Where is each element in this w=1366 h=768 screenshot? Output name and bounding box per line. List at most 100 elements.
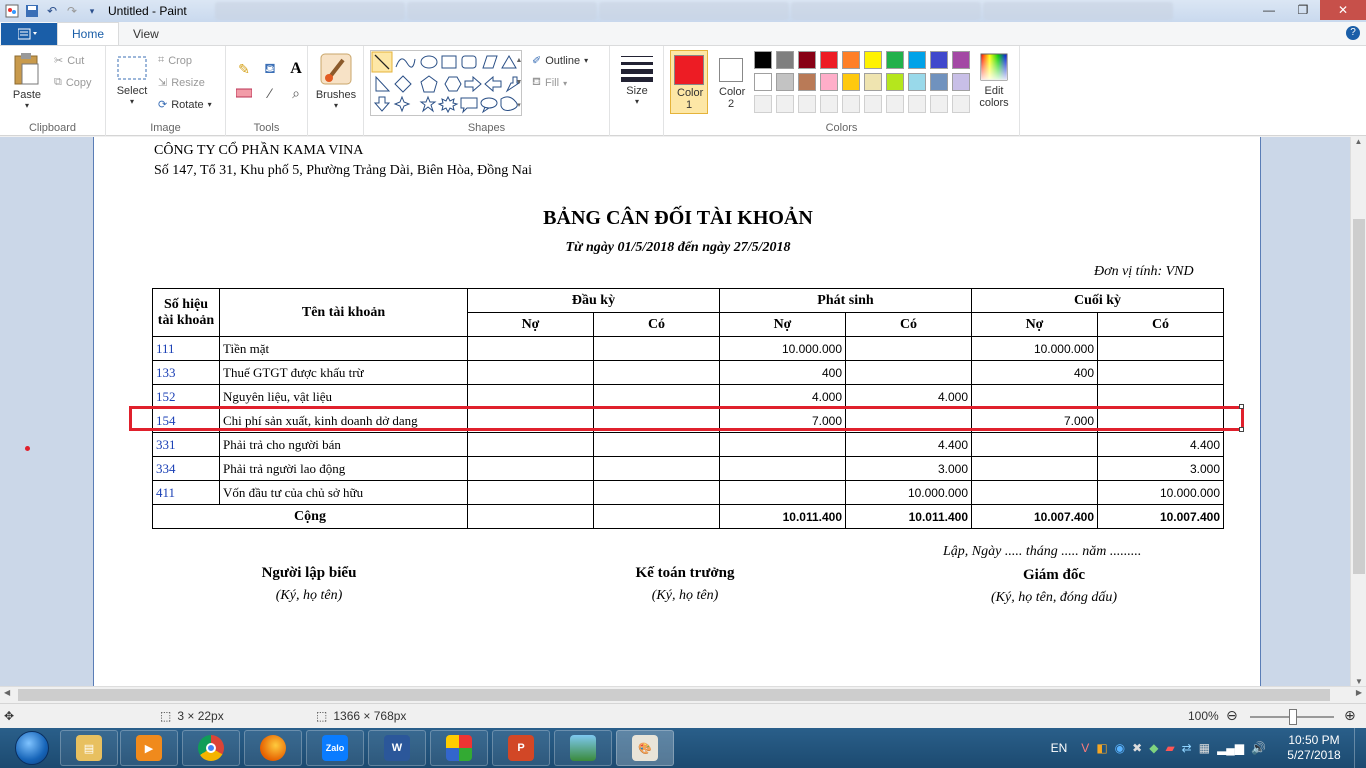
show-desktop-button[interactable]	[1354, 728, 1366, 768]
scroll-up-icon[interactable]: ▲	[1351, 137, 1366, 146]
crop-button[interactable]: ⌗ Crop	[158, 54, 192, 67]
taskbar-firefox[interactable]	[244, 730, 302, 766]
paint-app-icon[interactable]	[4, 3, 20, 19]
vertical-scrollbar[interactable]: ▲ ▼	[1350, 137, 1366, 686]
palette-color-swatch[interactable]	[842, 51, 860, 69]
maximize-icon[interactable]: ❐	[1286, 0, 1320, 20]
minimize-icon[interactable]: —	[1252, 0, 1286, 20]
palette-color-swatch[interactable]	[908, 95, 926, 113]
fill-button[interactable]: ⛾ Fill ▾	[532, 76, 567, 90]
paste-dropdown-icon[interactable]: ▾	[6, 101, 48, 110]
copy-button[interactable]: ⧉ Copy	[54, 76, 92, 89]
palette-color-swatch[interactable]	[952, 95, 970, 113]
palette-color-swatch[interactable]	[754, 73, 772, 91]
color-picker-icon[interactable]: ⁄	[258, 82, 282, 104]
resize-button[interactable]: ⇲ Resize	[158, 76, 205, 90]
redo-icon[interactable]: ↷	[64, 3, 80, 19]
horizontal-scroll-thumb[interactable]	[18, 689, 1330, 701]
select-dropdown-icon[interactable]: ▾	[112, 97, 152, 106]
palette-color-swatch[interactable]	[886, 73, 904, 91]
fill-bucket-icon[interactable]: ⛾	[258, 58, 282, 80]
network-icon[interactable]: ▂▄▆	[1217, 741, 1244, 755]
zoom-out-icon[interactable]: ⊖	[1226, 707, 1238, 724]
scroll-down-icon[interactable]: ▼	[1351, 677, 1366, 686]
shapes-gallery[interactable]	[370, 50, 522, 116]
outline-button[interactable]: ✐ Outline ▾	[532, 54, 588, 68]
red-highlight-rectangle[interactable]	[129, 406, 1244, 431]
brushes-button[interactable]: Brushes ▾	[314, 52, 358, 110]
tray-app-icon[interactable]: V	[1081, 741, 1089, 755]
palette-color-swatch[interactable]	[908, 73, 926, 91]
scroll-right-icon[interactable]: ▶	[1356, 688, 1362, 697]
palette-color-swatch[interactable]	[930, 95, 948, 113]
palette-color-swatch[interactable]	[842, 95, 860, 113]
size-group[interactable]: Size ▾	[610, 46, 664, 136]
save-icon[interactable]	[24, 3, 40, 19]
tab-view[interactable]: View	[119, 22, 173, 45]
undo-icon[interactable]: ↶	[44, 3, 60, 19]
palette-color-swatch[interactable]	[776, 95, 794, 113]
zoom-in-icon[interactable]: ⊕	[1344, 707, 1356, 724]
palette-color-swatch[interactable]	[908, 51, 926, 69]
language-indicator[interactable]: EN	[1051, 741, 1068, 755]
brushes-group[interactable]: Brushes ▾	[308, 46, 364, 136]
taskbar-word[interactable]: W	[368, 730, 426, 766]
palette-color-swatch[interactable]	[820, 95, 838, 113]
palette-color-swatch[interactable]	[952, 73, 970, 91]
tray-app-icon[interactable]: ▰	[1165, 741, 1174, 755]
palette-color-swatch[interactable]	[798, 51, 816, 69]
taskbar-app[interactable]	[430, 730, 488, 766]
tab-home[interactable]: Home	[57, 22, 120, 45]
tray-app-icon[interactable]: ▦	[1199, 741, 1210, 755]
help-icon[interactable]: ?	[1346, 26, 1360, 40]
taskbar-powerpoint[interactable]: P	[492, 730, 550, 766]
taskbar-chrome[interactable]	[182, 730, 240, 766]
pencil-icon[interactable]: ✎	[232, 58, 256, 80]
palette-color-swatch[interactable]	[930, 51, 948, 69]
palette-color-swatch[interactable]	[820, 51, 838, 69]
magnifier-icon[interactable]: ⌕	[284, 82, 308, 104]
clock[interactable]: 10:50 PM 5/27/2018	[1274, 733, 1354, 763]
resize-handle[interactable]	[1239, 427, 1244, 432]
palette-color-swatch[interactable]	[754, 95, 772, 113]
palette-color-swatch[interactable]	[930, 73, 948, 91]
taskbar-paint[interactable]: 🎨	[616, 730, 674, 766]
tray-app-icon[interactable]: ✖	[1132, 741, 1142, 755]
palette-color-swatch[interactable]	[864, 73, 882, 91]
eraser-icon[interactable]	[232, 82, 256, 104]
color1-button[interactable]: Color 1	[670, 50, 708, 114]
palette-color-swatch[interactable]	[798, 73, 816, 91]
customize-qat-icon[interactable]: ▾	[84, 3, 100, 19]
vertical-scroll-thumb[interactable]	[1353, 219, 1365, 574]
file-menu-button[interactable]	[1, 23, 57, 45]
text-tool-icon[interactable]: A	[284, 58, 308, 80]
cut-button[interactable]: ✂ Cut	[54, 54, 84, 68]
taskbar-media-player[interactable]: ▶	[120, 730, 178, 766]
palette-color-swatch[interactable]	[820, 73, 838, 91]
palette-color-swatch[interactable]	[886, 95, 904, 113]
palette-color-swatch[interactable]	[776, 73, 794, 91]
palette-color-swatch[interactable]	[842, 73, 860, 91]
rotate-button[interactable]: ⟳ Rotate ▾	[158, 98, 212, 112]
palette-color-swatch[interactable]	[864, 95, 882, 113]
palette-color-swatch[interactable]	[864, 51, 882, 69]
select-button[interactable]: Select ▾	[112, 54, 152, 106]
palette-color-swatch[interactable]	[776, 51, 794, 69]
resize-handle[interactable]	[1239, 404, 1244, 409]
paste-button[interactable]: Paste ▾	[6, 52, 48, 110]
edit-colors-button[interactable]: Edit colors	[974, 52, 1014, 109]
tray-app-icon[interactable]: ⇄	[1182, 741, 1192, 755]
palette-color-swatch[interactable]	[886, 51, 904, 69]
tray-app-icon[interactable]: ◧	[1096, 741, 1107, 755]
canvas-area[interactable]: CÔNG TY CỔ PHẦN KAMA VINA Số 147, Tổ 31,…	[0, 137, 1350, 686]
palette-color-swatch[interactable]	[952, 51, 970, 69]
taskbar-file-explorer[interactable]: ▤	[60, 730, 118, 766]
taskbar-zalo[interactable]: Zalo	[306, 730, 364, 766]
tray-app-icon[interactable]: ◆	[1149, 741, 1158, 755]
size-button[interactable]: Size ▾	[618, 54, 656, 106]
volume-icon[interactable]: 🔊	[1251, 741, 1266, 755]
palette-color-swatch[interactable]	[754, 51, 772, 69]
start-button[interactable]	[12, 728, 52, 768]
horizontal-scrollbar[interactable]: ◀ ▶	[0, 686, 1366, 703]
zoom-slider-thumb[interactable]	[1289, 709, 1297, 725]
